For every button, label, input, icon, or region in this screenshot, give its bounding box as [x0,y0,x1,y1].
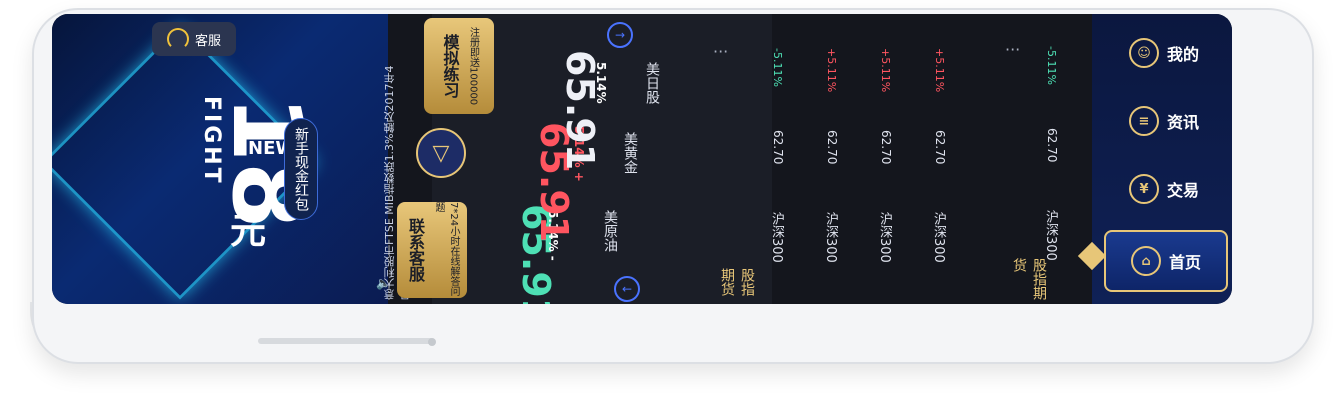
table-row[interactable]: 沪深300 62.70 +5.11% [923,42,963,272]
nav-item-label: 我的 [1166,45,1199,64]
simulation-practice-card[interactable]: 模拟练习 注册即送100000 [424,18,494,114]
quote-name: 美日股 [642,62,662,104]
contact-service-card[interactable]: 联系客服 7*24小时在线解答问题 [397,202,467,298]
row-value: 62.70 [1045,128,1059,163]
row-name: 沪深300 [769,212,784,263]
nav-item-news[interactable]: ≡ 资讯 [1104,96,1224,146]
quote-name-text: 美黄金 [622,132,638,174]
quote-name: 美黄金 [620,132,640,174]
contact-service-title: 联系客服 [406,218,425,282]
row-change: +5.11% [825,48,838,93]
news-marquee[interactable]: 意大利股市FTSE MIB指数跌1.3%触及2017年4月... [382,50,412,300]
nav-item-profile[interactable]: ☺ 我的 [1104,28,1224,78]
nav-item-home[interactable]: ⌂ 首页 [1104,230,1228,292]
new-user-red-packet-pill[interactable]: 新手现金红包 [284,118,318,220]
nav-item-label: 交易 [1166,181,1199,200]
table-row[interactable]: 沪深300 62.70 +5.11% [815,42,855,272]
row-name: 沪深300 [823,212,838,263]
row-name: 沪深300 [931,212,946,263]
quote-change-text: 5.14% [594,62,608,104]
customer-service-button[interactable]: 客服 [152,22,236,56]
phone-side-button [428,338,436,346]
row-name: 沪深300 [877,212,892,263]
row-change: -5.11% [771,48,784,87]
arrow-right-icon[interactable]: → [607,22,633,48]
quote-name: 美原油 [600,210,620,252]
more-icon[interactable]: ··· [1005,40,1020,59]
nav-item-label: 资讯 [1166,113,1199,132]
simulation-practice-title: 模拟练习 [440,34,460,98]
futures-table-header: 股指期货 [719,268,755,296]
table-row[interactable]: 沪深300 62.70 +5.11% [869,42,909,272]
futures-table-secondary: 股指期货 ··· 沪深300 62.70 -5.11% [997,32,1077,302]
app-logo-icon: ▽ [416,128,466,178]
futures-table: 股指期货 ··· 沪深300 62.70 -5.11% 沪深300 62.70 … [707,36,997,304]
quote-name-text: 美原油 [602,210,618,252]
nav-item-label: 首页 [1168,253,1201,272]
row-value: 62.70 [825,130,839,165]
arrow-left-icon[interactable]: ← [614,276,640,302]
home-icon: ⌂ [1130,246,1161,276]
phone-side-slot [258,338,434,344]
app-screen: 客服 FIGHT 18 NEW 元 新手现金红包 意大利股市FTSE MIB指数… [52,14,1232,304]
yen-icon: ¥ [1128,174,1159,204]
news-icon: ≡ [1128,106,1159,136]
row-value: 62.70 [771,130,785,165]
row-value: 62.70 [879,130,893,165]
banner-yuan-text: 元 [230,211,267,252]
simulation-practice-subtitle: 注册即送100000 [467,26,479,106]
row-name: 沪深300 [1043,210,1058,261]
quote-name-text: 美日股 [644,62,660,104]
promo-banner[interactable]: 客服 FIGHT 18 NEW 元 新手现金红包 [52,14,388,304]
row-change: +5.11% [879,48,892,93]
row-change: -5.11% [1045,46,1058,85]
row-change: +5.11% [933,48,946,93]
user-icon: ☺ [1128,38,1159,68]
speaker-icon: 🔈 [376,276,391,290]
bottom-nav: ☺ 我的 ≡ 资讯 ¥ 交易 ⌂ 首页 [1092,14,1232,304]
more-icon[interactable]: ··· [713,42,728,61]
contact-service-subtitle: 7*24小时在线解答问题 [433,202,459,297]
quote-change: 5.14% [594,62,608,104]
row-value: 62.70 [933,130,947,165]
table-row[interactable]: 沪深300 62.70 -5.11% [1035,40,1075,270]
nav-item-trade[interactable]: ¥ 交易 [1104,164,1224,214]
headset-icon [166,28,189,50]
table-row[interactable]: 沪深300 62.70 -5.11% [761,42,801,272]
customer-service-label: 客服 [194,33,221,49]
